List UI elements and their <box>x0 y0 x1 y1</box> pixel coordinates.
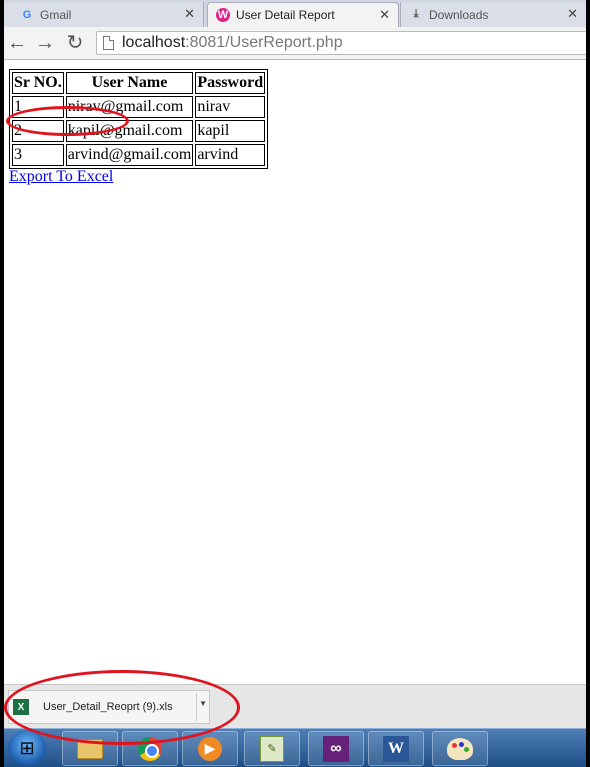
table-header-row: Sr NO. User Name Password <box>12 72 266 94</box>
browser-window: G Gmail ✕ W User Detail Report ✕ ⤓ Downl… <box>4 0 586 767</box>
back-arrow-icon[interactable]: ← <box>6 32 28 54</box>
visual-studio-icon: ∞ <box>323 735 349 762</box>
wamp-icon: W <box>216 8 230 22</box>
tab-label: Gmail <box>40 7 72 22</box>
url-path: :8081/UserReport.php <box>185 34 343 51</box>
windows-start-button[interactable]: ⊞ <box>8 730 46 766</box>
taskbar-visual-studio[interactable]: ∞ <box>308 731 364 766</box>
table-row: 3 arvind@gmail.com arvind <box>12 144 266 166</box>
address-bar[interactable]: localhost :8081/UserReport.php <box>96 31 586 55</box>
cell-sr-no: 3 <box>12 144 64 166</box>
media-player-icon: ▶ <box>198 736 222 761</box>
header-user-name: User Name <box>65 72 194 94</box>
browser-toolbar: ← → ↻ localhost :8081/UserReport.php <box>4 27 586 60</box>
forward-arrow-icon[interactable]: → <box>34 32 56 54</box>
url-host: localhost <box>122 34 186 51</box>
page-icon <box>103 36 114 50</box>
tab-gmail[interactable]: G Gmail ✕ <box>4 2 204 27</box>
annotation-ellipse-download <box>4 670 240 745</box>
cell-password: nirav <box>195 96 266 118</box>
tab-label: User Detail Report <box>236 8 335 22</box>
notepad-plus-plus-icon: ✎ <box>260 735 284 762</box>
paint-icon <box>447 737 473 760</box>
cell-password: kapil <box>195 120 266 142</box>
download-icon: ⤓ <box>413 8 419 20</box>
word-icon: W <box>383 735 409 762</box>
taskbar-word[interactable]: W <box>368 731 424 766</box>
tab-label: Downloads <box>429 7 489 22</box>
windows-logo-icon: ⊞ <box>19 737 35 758</box>
cell-user-name: arvind@gmail.com <box>65 144 194 166</box>
reload-icon[interactable]: ↻ <box>64 32 86 54</box>
page-content: Sr NO. User Name Password 1 nirav@gmail.… <box>4 61 586 684</box>
cell-password: arvind <box>195 144 266 166</box>
taskbar-paint[interactable] <box>432 731 488 766</box>
close-tab-icon[interactable]: ✕ <box>379 7 390 23</box>
tab-user-detail-report[interactable]: W User Detail Report ✕ <box>207 2 399 27</box>
close-tab-icon[interactable]: ✕ <box>184 6 195 22</box>
annotation-ellipse-export-link <box>6 106 129 136</box>
close-tab-icon[interactable]: ✕ <box>567 6 578 22</box>
export-to-excel-link[interactable]: Export To Excel <box>9 168 113 186</box>
taskbar-notepad-plus-plus[interactable]: ✎ <box>244 731 300 766</box>
header-sr-no: Sr NO. <box>12 72 64 94</box>
tab-strip: G Gmail ✕ W User Detail Report ✕ ⤓ Downl… <box>4 0 586 27</box>
header-password: Password <box>195 72 266 94</box>
tab-downloads[interactable]: ⤓ Downloads ✕ <box>400 2 586 27</box>
google-icon: G <box>22 8 32 21</box>
